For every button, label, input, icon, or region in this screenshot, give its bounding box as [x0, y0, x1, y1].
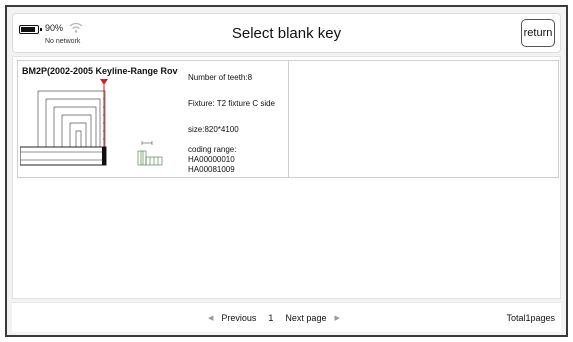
- battery-icon: [19, 25, 42, 34]
- total-pages: Total1pages: [506, 313, 555, 323]
- key-info: Number of teeth:8 Fixture: T2 fixture C …: [188, 61, 288, 177]
- status-area: 90% No network: [19, 22, 109, 50]
- fixture-info: Fixture: T2 fixture C side: [188, 99, 275, 108]
- coding-range-to: HA00081009: [188, 165, 235, 174]
- coding-range-from: HA00000010: [188, 155, 235, 164]
- return-button[interactable]: return: [521, 19, 555, 47]
- header-bar: 90% No network Select blank key return: [12, 13, 561, 53]
- teeth-count: Number of teeth:8: [188, 73, 253, 82]
- wifi-icon: [69, 22, 83, 33]
- previous-button[interactable]: ◀ Previous: [208, 313, 256, 323]
- battery-percent: 90%: [45, 23, 64, 33]
- next-page-label: Next page: [285, 313, 327, 323]
- previous-label: Previous: [221, 313, 257, 323]
- key-diagram-image: [20, 79, 163, 166]
- battery-level-fill: [21, 27, 36, 32]
- key-name: BM2P(2002-2005 Keyline-Range Rov: [22, 66, 178, 76]
- coding-range-label: coding range:: [188, 145, 237, 154]
- arrow-left-icon: ◀: [208, 315, 214, 322]
- next-page-button[interactable]: Next page ▶: [285, 313, 339, 323]
- pagination-bar: ◀ Previous 1 Next page ▶ Total1pages: [12, 302, 561, 332]
- card-divider: [288, 61, 289, 177]
- pagination-controls: ◀ Previous 1 Next page ▶: [208, 303, 340, 333]
- app-frame: 90% No network Select blank key return B…: [5, 5, 568, 337]
- size-info: size:820*4100: [188, 125, 239, 134]
- key-list: BM2P(2002-2005 Keyline-Range Rov Number …: [12, 56, 561, 299]
- current-page: 1: [268, 313, 274, 323]
- network-status: No network: [45, 38, 81, 45]
- key-card[interactable]: BM2P(2002-2005 Keyline-Range Rov Number …: [17, 60, 559, 178]
- key-preview: BM2P(2002-2005 Keyline-Range Rov: [18, 61, 183, 177]
- arrow-right-icon: ▶: [334, 315, 340, 322]
